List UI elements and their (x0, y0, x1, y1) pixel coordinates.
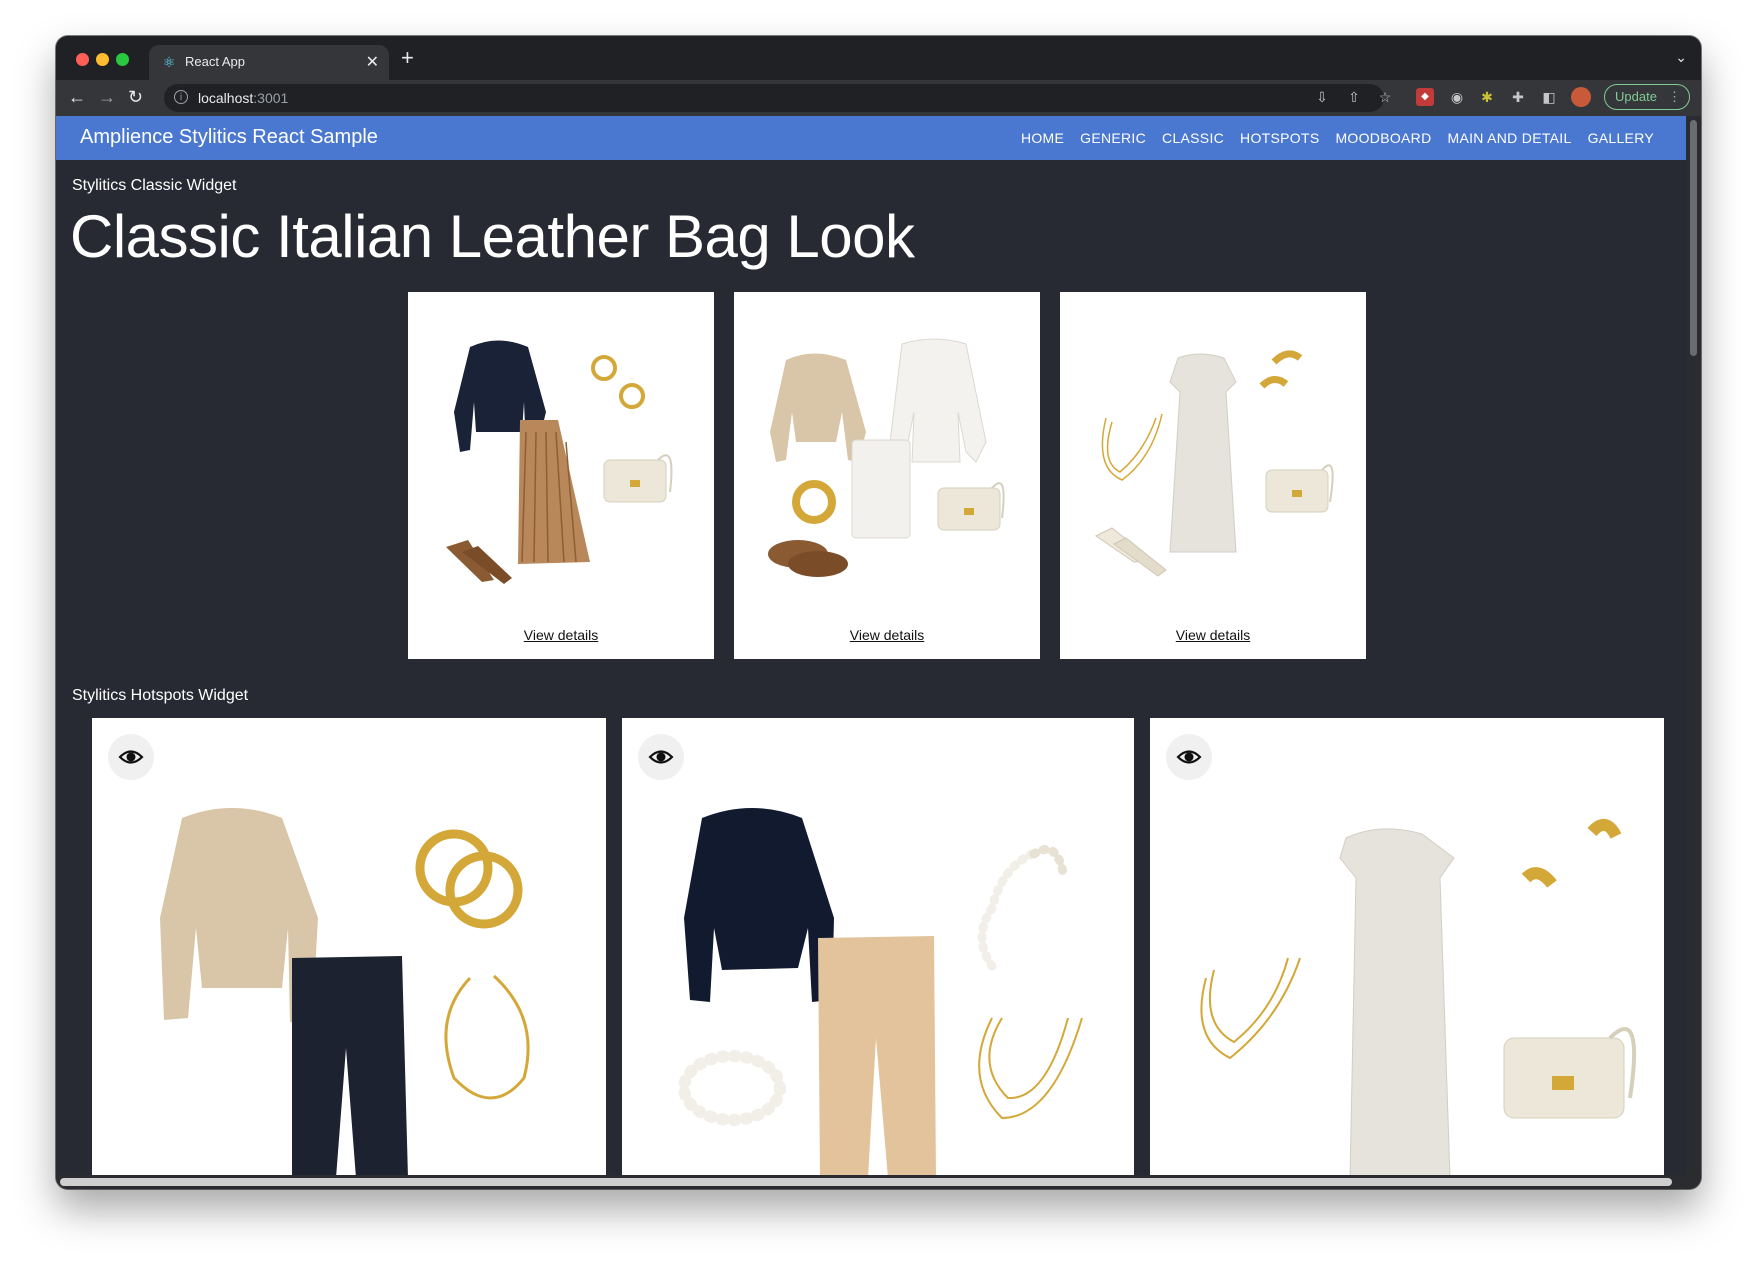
gold-chain-necklace (444, 974, 530, 1100)
minimize-window-button[interactable] (96, 53, 109, 66)
outfit-image-3 (1095, 350, 1334, 577)
classic-card-2[interactable]: View details (734, 292, 1040, 659)
menu-main-and-detail[interactable]: MAIN AND DETAIL (1448, 130, 1572, 146)
menu-home[interactable]: HOME (1021, 130, 1064, 146)
outfit-image-2 (768, 338, 1005, 577)
gold-earring (619, 383, 645, 409)
browser-tab[interactable]: ⚛ React App ✕ (149, 45, 389, 80)
bookmark-star-icon[interactable]: ☆ (1376, 88, 1394, 106)
app-brand[interactable]: Amplience Stylitics React Sample (80, 126, 378, 149)
extension-red-icon[interactable]: ◆ (1416, 88, 1434, 106)
vertical-scrollbar-thumb[interactable] (1690, 120, 1697, 356)
horizontal-scrollbar-thumb[interactable] (60, 1178, 1672, 1186)
hotspot-image-2 (678, 808, 1083, 1178)
view-details-link[interactable]: View details (408, 627, 714, 643)
pleated-skirt (518, 420, 590, 564)
menu-hotspots[interactable]: HOTSPOTS (1240, 130, 1319, 146)
navy-sweater (684, 808, 834, 1002)
close-window-button[interactable] (76, 53, 89, 66)
chevron-down-icon[interactable]: ⌄ (1675, 49, 1687, 66)
view-details-label[interactable]: View details (1176, 627, 1250, 643)
back-arrow-icon[interactable]: ← (68, 87, 86, 107)
tan-trousers (818, 936, 936, 1178)
view-details-link[interactable]: View details (1060, 627, 1366, 643)
white-skirt (851, 439, 911, 539)
update-label: Update (1615, 89, 1657, 104)
eye-icon (118, 750, 144, 764)
page-title: Classic Italian Leather Bag Look (70, 203, 915, 270)
url-port: :3001 (253, 90, 289, 106)
browser-window: ⚛ React App ✕ + ⌄ ← → ↻ i localhost:3001… (56, 36, 1701, 1189)
view-details-label[interactable]: View details (850, 627, 924, 643)
maximize-window-button[interactable] (116, 53, 129, 66)
vertical-scrollbar[interactable] (1686, 116, 1701, 1189)
outfit-image-1 (446, 340, 673, 584)
forward-arrow-icon[interactable]: → (98, 87, 116, 107)
ivory-dress (1169, 353, 1237, 553)
eye-hotspot-toggle[interactable] (108, 734, 154, 780)
ivory-dress (1339, 828, 1455, 1178)
app-bar: Amplience Stylitics React Sample HOME GE… (56, 116, 1686, 160)
gold-earring (591, 355, 617, 381)
hotspot-card-1[interactable] (92, 718, 606, 1178)
view-details-link[interactable]: View details (734, 627, 1040, 643)
gold-earring (1521, 867, 1557, 888)
gold-earring (1259, 376, 1289, 389)
eye-hotspot-toggle[interactable] (638, 734, 684, 780)
sidebar-icon[interactable]: ◧ (1540, 88, 1558, 106)
reload-icon[interactable]: ↻ (128, 87, 143, 107)
info-icon[interactable]: i (174, 90, 188, 104)
brown-loafer (788, 551, 848, 577)
pearl-hoops (977, 849, 1037, 971)
slingback-heel (1113, 537, 1167, 577)
gold-necklace (1106, 417, 1157, 473)
layered-necklace (1200, 957, 1301, 1060)
view-details-label[interactable]: View details (524, 627, 598, 643)
browser-toolbar: ← → ↻ i localhost:3001 ⇩ ⇧ ☆ ◆ ◉ ✱ ✚ ◧ U… (56, 80, 1701, 116)
pearl-bracelet (678, 1050, 786, 1126)
navy-trousers (292, 956, 408, 1178)
page-viewport: Amplience Stylitics React Sample HOME GE… (56, 116, 1686, 1189)
gold-earring (1271, 350, 1303, 365)
eye-icon (1176, 750, 1202, 764)
update-button[interactable]: Update ⋮ (1604, 84, 1690, 110)
menu-gallery[interactable]: GALLERY (1588, 130, 1654, 146)
eye-icon (648, 750, 674, 764)
extension-green-icon[interactable]: ✱ (1478, 88, 1496, 106)
tab-title: React App (185, 54, 245, 69)
main-menu: HOME GENERIC CLASSIC HOTSPOTS MOODBOARD … (1021, 130, 1654, 146)
classic-card-3[interactable]: View details (1060, 292, 1366, 659)
camera-icon[interactable]: ◉ (1448, 88, 1466, 106)
menu-generic[interactable]: GENERIC (1080, 130, 1146, 146)
install-icon[interactable]: ⇩ (1313, 88, 1331, 106)
menu-classic[interactable]: CLASSIC (1162, 130, 1224, 146)
hotspot-card-3[interactable] (1150, 718, 1664, 1178)
puzzle-icon[interactable]: ✚ (1509, 88, 1527, 106)
close-tab-icon[interactable]: ✕ (366, 52, 379, 72)
gold-bracelet (792, 480, 836, 524)
url-host: localhost (198, 90, 254, 106)
menu-moodboard[interactable]: MOODBOARD (1335, 130, 1431, 146)
hotspots-section-label: Stylitics Hotspots Widget (72, 687, 249, 704)
hotspot-image-1 (160, 808, 530, 1178)
tab-strip: ⚛ React App ✕ + ⌄ (56, 36, 1701, 80)
react-icon: ⚛ (162, 54, 176, 70)
hotspot-image-3 (1200, 819, 1637, 1178)
gold-earring (1587, 819, 1622, 839)
share-icon[interactable]: ⇧ (1345, 88, 1363, 106)
horizontal-scrollbar[interactable] (56, 1175, 1686, 1189)
new-tab-icon[interactable]: + (401, 47, 414, 69)
eye-hotspot-toggle[interactable] (1166, 734, 1212, 780)
hotspot-card-2[interactable] (622, 718, 1134, 1178)
address-bar[interactable]: i localhost:3001 (164, 84, 1384, 112)
url-text[interactable]: localhost:3001 (198, 90, 288, 106)
avatar[interactable] (1571, 87, 1591, 107)
classic-card-1[interactable]: View details (408, 292, 714, 659)
more-vert-icon[interactable]: ⋮ (1668, 85, 1681, 109)
classic-section-label: Stylitics Classic Widget (72, 177, 237, 194)
